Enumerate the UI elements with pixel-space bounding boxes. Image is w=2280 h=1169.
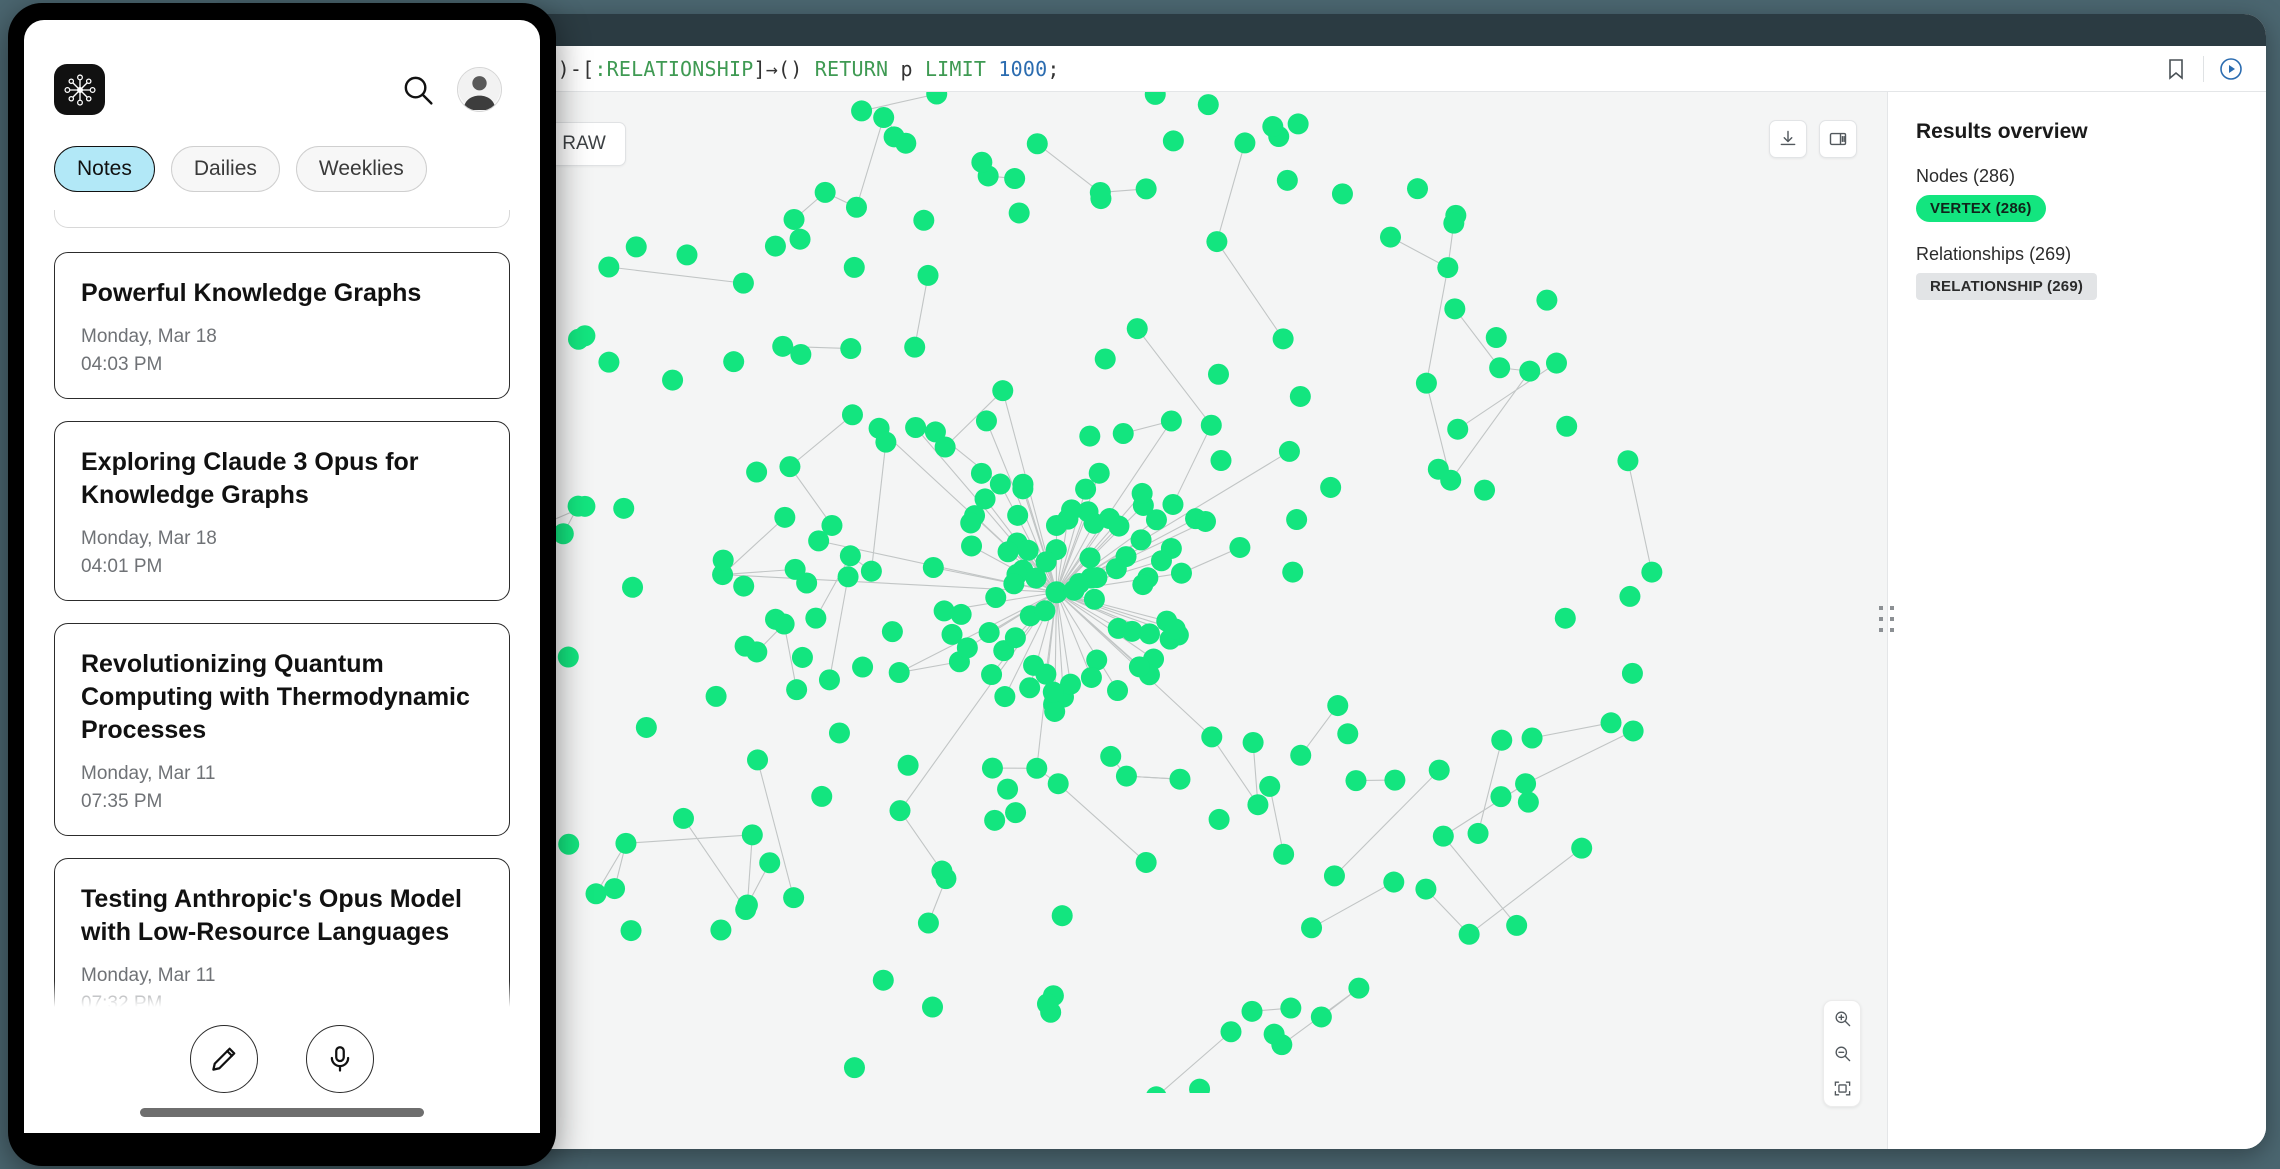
page-title: Results overview: [1916, 120, 2266, 144]
home-indicator: [140, 1108, 424, 1117]
voice-note-button[interactable]: [306, 1025, 374, 1093]
note-title: Revolutionizing Quantum Computing with T…: [81, 648, 483, 747]
status-badge-vertex[interactable]: VERTEX (286): [1916, 195, 2046, 222]
filter-notes[interactable]: Notes: [54, 146, 155, 192]
app-header: [24, 20, 540, 115]
phone-screen: Notes Dailies Weeklies Powerful Knowledg…: [24, 20, 540, 1133]
note-date: Monday, Mar 11: [81, 763, 483, 785]
note-time: 07:32 PM: [81, 993, 483, 1007]
status-badge-relationship[interactable]: RELATIONSHIP (269): [1916, 273, 2097, 300]
run-query-icon[interactable]: [2210, 48, 2252, 90]
note-date: Monday, Mar 11: [81, 965, 483, 987]
node-label-chips: VERTEX (286): [1916, 195, 2266, 222]
search-icon[interactable]: [401, 73, 435, 107]
note-title: Testing Anthropic's Opus Model with Low-…: [81, 883, 483, 949]
query-input[interactable]: MATCH p=()-[:RELATIONSHIP]→() RETURN p L…: [431, 57, 2155, 81]
note-date: Monday, Mar 18: [81, 326, 483, 348]
note-title: Exploring Claude 3 Opus for Knowledge Gr…: [81, 446, 483, 512]
query-bar-actions: [2155, 48, 2252, 90]
filter-tabs: Notes Dailies Weeklies: [24, 115, 540, 192]
note-time: 04:03 PM: [81, 354, 483, 376]
avatar[interactable]: [457, 67, 502, 112]
list-item[interactable]: Revolutionizing Quantum Computing with T…: [54, 623, 510, 836]
results-overview-panel: Results overview Nodes (286) VERTEX (286…: [1888, 92, 2266, 1149]
relationship-type-chips: RELATIONSHIP (269): [1916, 273, 2266, 300]
filter-dailies[interactable]: Dailies: [171, 146, 280, 192]
tab-raw[interactable]: RAW: [546, 126, 622, 162]
panel-resize-handle[interactable]: [1879, 606, 1897, 636]
note-title: Powerful Knowledge Graphs: [81, 277, 483, 310]
list-item[interactable]: Powerful Knowledge Graphs Monday, Mar 18…: [54, 252, 510, 399]
compose-note-button[interactable]: [190, 1025, 258, 1093]
zoom-in-icon[interactable]: [1824, 1001, 1860, 1036]
download-icon[interactable]: [1769, 120, 1807, 158]
notes-list[interactable]: Powerful Knowledge Graphs Monday, Mar 18…: [24, 210, 540, 1007]
zoom-out-icon[interactable]: [1824, 1036, 1860, 1071]
knowledge-graph-logo-icon[interactable]: [54, 64, 105, 115]
note-time: 04:01 PM: [81, 556, 483, 578]
zoom-controls: [1823, 1000, 1861, 1107]
phone-mockup: Notes Dailies Weeklies Powerful Knowledg…: [8, 3, 556, 1166]
panel-toggle-icon[interactable]: [1819, 120, 1857, 158]
note-date: Monday, Mar 18: [81, 528, 483, 550]
graph-toolbar: [1769, 120, 1857, 158]
list-item[interactable]: Testing Anthropic's Opus Model with Low-…: [54, 858, 510, 1007]
note-time: 07:35 PM: [81, 791, 483, 813]
fit-to-screen-icon[interactable]: [1824, 1071, 1860, 1106]
filter-weeklies[interactable]: Weeklies: [296, 146, 427, 192]
header-actions: [401, 67, 502, 112]
list-item[interactable]: Exploring Claude 3 Opus for Knowledge Gr…: [54, 421, 510, 601]
list-item-partial[interactable]: [54, 210, 510, 228]
relationships-count-label: Relationships (269): [1916, 244, 2266, 265]
bookmark-icon[interactable]: [2155, 48, 2197, 90]
nodes-count-label: Nodes (286): [1916, 166, 2266, 187]
divider: [2203, 56, 2204, 82]
